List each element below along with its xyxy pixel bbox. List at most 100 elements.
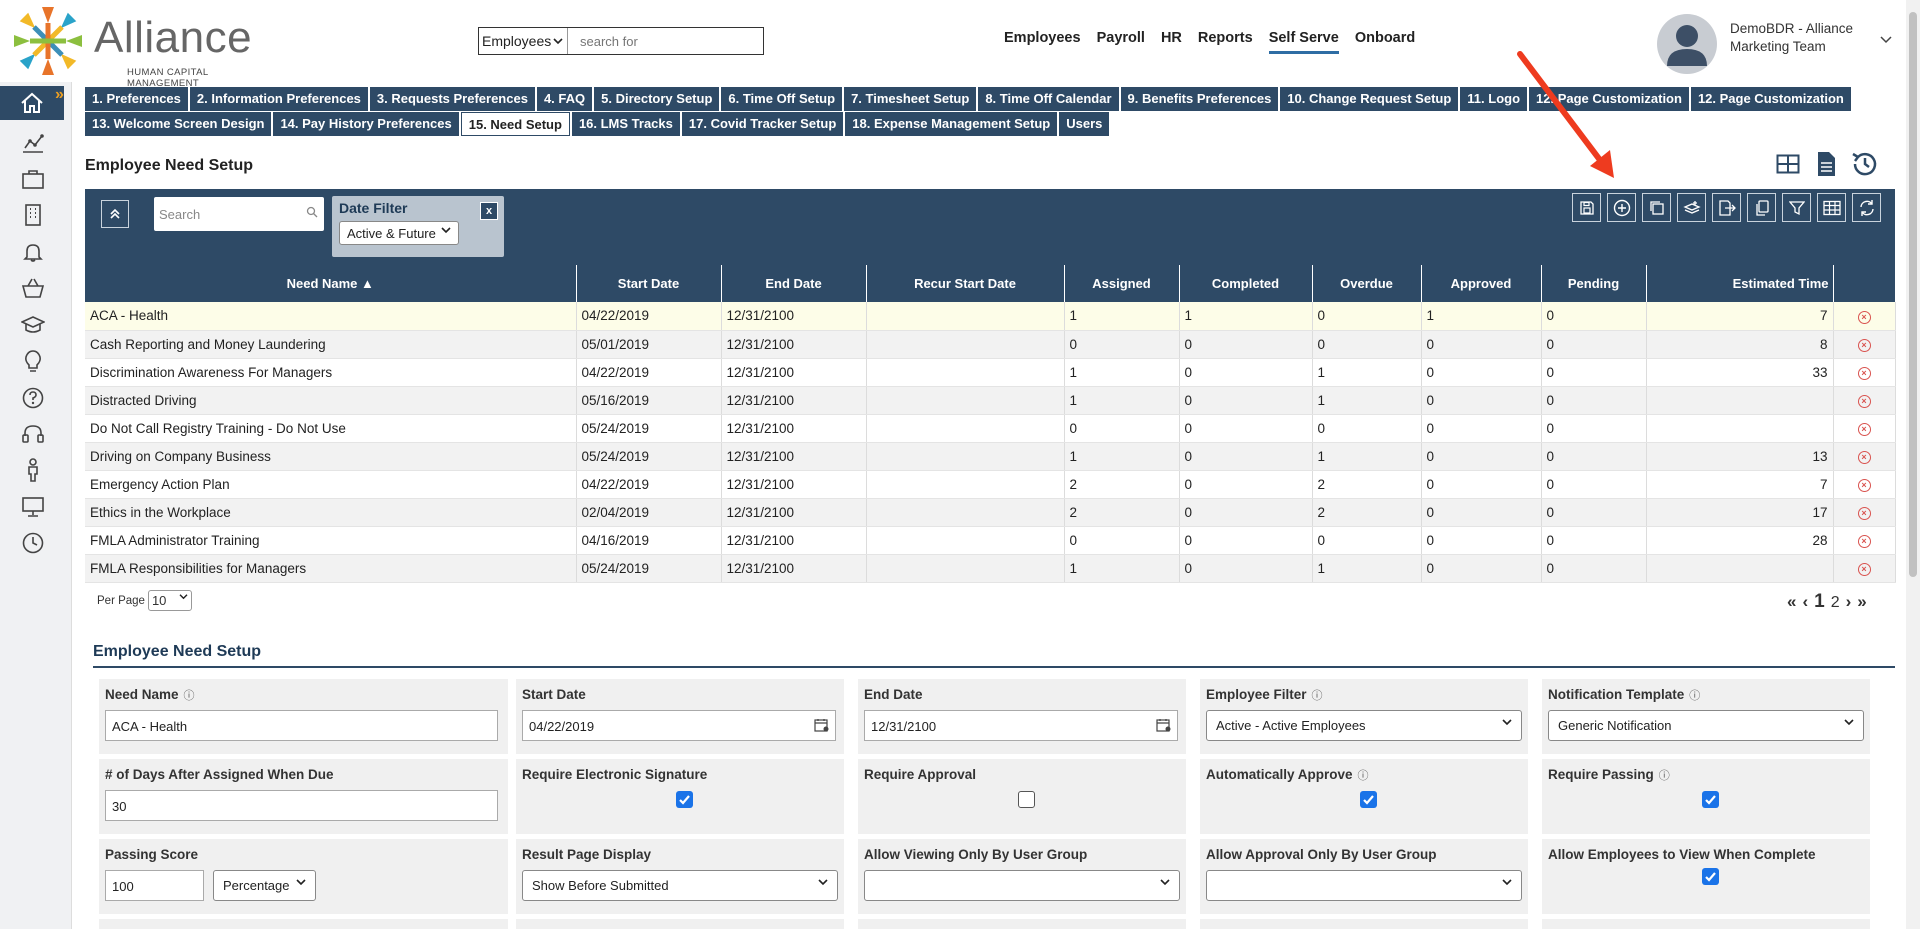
tab-change-request-setup[interactable]: 10. Change Request Setup	[1280, 87, 1459, 111]
chevron-down-icon[interactable]	[1880, 36, 1892, 44]
days-due-input[interactable]: 30	[105, 790, 498, 821]
col-estimated-time[interactable]: Estimated Time	[1646, 265, 1834, 302]
brand-logo[interactable]: Alliance HUMAN CAPITAL MANAGEMENT	[10, 4, 252, 89]
nav-payroll[interactable]: Payroll	[1097, 30, 1145, 54]
info-icon[interactable]: ⓘ	[184, 690, 195, 702]
prev-page-button[interactable]: ‹	[1802, 592, 1808, 612]
result-display-select[interactable]: Show Before Submitted	[522, 870, 838, 901]
delete-row-icon[interactable]: ×	[1857, 563, 1871, 576]
search-category-select[interactable]: Employees	[479, 28, 568, 54]
nav-self-serve[interactable]: Self Serve	[1268, 30, 1339, 54]
delete-row-icon[interactable]: ×	[1857, 451, 1871, 464]
passing-score-type-select[interactable]: Percentage	[213, 870, 316, 901]
info-icon[interactable]: ⓘ	[1312, 690, 1323, 702]
notification-template-select[interactable]: Generic Notification	[1548, 710, 1864, 741]
nav-employees[interactable]: Employees	[1004, 30, 1081, 54]
delete-row-icon[interactable]: ×	[1857, 310, 1871, 324]
tab-expense-management-setup[interactable]: 18. Expense Management Setup	[845, 112, 1058, 136]
tab-faq[interactable]: 4. FAQ	[536, 87, 593, 111]
need-name-input[interactable]: ACA - Health	[105, 710, 498, 741]
require-passing-checkbox[interactable]	[1702, 791, 1719, 808]
scrollbar-thumb[interactable]	[1909, 12, 1917, 577]
headset-icon[interactable]	[20, 421, 46, 447]
end-date-input[interactable]: 12/31/2100	[864, 710, 1178, 741]
nav-onboard[interactable]: Onboard	[1355, 30, 1415, 54]
tab-time-off-setup[interactable]: 6. Time Off Setup	[721, 87, 843, 111]
refresh-icon[interactable]	[1852, 193, 1881, 222]
delete-row-icon[interactable]: ×	[1857, 367, 1871, 380]
history-icon[interactable]	[1850, 150, 1878, 178]
col-end-date[interactable]: End Date	[721, 265, 867, 302]
table-row[interactable]: Ethics in the Workplace 02/04/2019 12/31/2…	[85, 498, 1896, 527]
col-need-name[interactable]: Need Name ▲	[85, 265, 577, 302]
allow-approval-group-select[interactable]	[1206, 870, 1522, 901]
search-input[interactable]	[568, 28, 763, 54]
table-row[interactable]: Emergency Action Plan 04/22/2019 12/31/210…	[85, 470, 1896, 499]
grid-search-input[interactable]: Search	[154, 197, 324, 231]
table-row[interactable]: Discrimination Awareness For Managers 04/…	[85, 358, 1896, 387]
user-menu[interactable]: DemoBDR - Alliance Marketing Team	[1657, 14, 1907, 76]
tab-page-customization-2[interactable]: 12. Page Customization	[1690, 87, 1851, 111]
require-esig-checkbox[interactable]	[676, 791, 693, 808]
tab-users[interactable]: Users	[1059, 112, 1110, 136]
first-page-button[interactable]: «	[1787, 592, 1796, 612]
allow-view-group-select[interactable]	[864, 870, 1180, 901]
col-assigned[interactable]: Assigned	[1064, 265, 1180, 302]
table-row[interactable]: Cash Reporting and Money Laundering 05/01…	[85, 330, 1896, 359]
tab-time-off-calendar[interactable]: 8. Time Off Calendar	[978, 87, 1119, 111]
collapse-button[interactable]	[101, 200, 129, 228]
briefcase-icon[interactable]	[20, 166, 46, 192]
columns-icon[interactable]	[1817, 193, 1846, 222]
monitor-icon[interactable]	[20, 494, 46, 520]
table-row[interactable]: Driving on Company Business 05/24/2019 12/…	[85, 442, 1896, 471]
col-pending[interactable]: Pending	[1541, 265, 1647, 302]
nav-reports[interactable]: Reports	[1198, 30, 1253, 54]
table-row[interactable]: FMLA Responsibilities for Managers 05/24/…	[85, 554, 1896, 583]
expand-sidebar-icon[interactable]: »	[55, 86, 64, 104]
allow-view-complete-checkbox[interactable]	[1702, 868, 1719, 885]
help-icon[interactable]	[20, 385, 46, 411]
table-row[interactable]: ACA - Health 04/22/2019 12/31/2100 1 1 0 1 0 7 ×	[85, 302, 1896, 331]
delete-row-icon[interactable]: ×	[1857, 423, 1871, 436]
info-icon[interactable]: ⓘ	[1689, 690, 1700, 702]
employee-filter-select[interactable]: Active - Active Employees	[1206, 710, 1522, 741]
col-recur-start-date[interactable]: Recur Start Date	[866, 265, 1065, 302]
graduation-cap-icon[interactable]	[20, 312, 46, 338]
passing-score-input[interactable]: 100	[105, 870, 204, 901]
basket-icon[interactable]	[20, 275, 46, 301]
add-icon[interactable]	[1607, 193, 1636, 222]
col-approved[interactable]: Approved	[1421, 265, 1542, 302]
last-page-button[interactable]: »	[1857, 592, 1866, 612]
grid-view-icon[interactable]	[1774, 150, 1802, 178]
table-row[interactable]: Do Not Call Registry Training - Do Not U…	[85, 414, 1896, 443]
duplicate-icon[interactable]	[1747, 193, 1776, 222]
page-2-link[interactable]: 2	[1831, 594, 1840, 612]
next-page-button[interactable]: ›	[1846, 592, 1852, 612]
document-view-icon[interactable]	[1812, 150, 1840, 178]
auto-approve-checkbox[interactable]	[1360, 791, 1377, 808]
layers-icon[interactable]	[1677, 193, 1706, 222]
table-row[interactable]: FMLA Administrator Training 04/16/2019 12/…	[85, 526, 1896, 555]
person-icon[interactable]	[20, 457, 46, 483]
analytics-icon[interactable]	[20, 130, 46, 156]
date-filter-select[interactable]: Active & Future	[339, 221, 459, 245]
tab-information-preferences[interactable]: 2. Information Preferences	[189, 87, 368, 111]
tab-timesheet-setup[interactable]: 7. Timesheet Setup	[844, 87, 977, 111]
calendar-icon[interactable]	[814, 718, 829, 732]
page-scrollbar[interactable]	[1906, 0, 1920, 929]
start-date-input[interactable]: 04/22/2019	[522, 710, 836, 741]
table-row[interactable]: Distracted Driving 05/16/2019 12/31/2100 1 0…	[85, 386, 1896, 415]
col-completed[interactable]: Completed	[1179, 265, 1313, 302]
clock-icon[interactable]	[20, 530, 46, 556]
tab-need-setup[interactable]: 15. Need Setup	[460, 112, 570, 136]
current-page[interactable]: 1	[1814, 591, 1825, 613]
tab-directory-setup[interactable]: 5. Directory Setup	[594, 87, 720, 111]
per-page-select[interactable]: 10	[147, 590, 192, 611]
tab-preferences[interactable]: 1. Preferences	[85, 87, 188, 111]
delete-row-icon[interactable]: ×	[1857, 395, 1871, 408]
tab-pay-history-preferences[interactable]: 14. Pay History Preferences	[273, 112, 459, 136]
delete-row-icon[interactable]: ×	[1857, 339, 1871, 352]
col-start-date[interactable]: Start Date	[576, 265, 722, 302]
info-icon[interactable]: ⓘ	[1659, 770, 1670, 782]
require-approval-checkbox[interactable]	[1018, 791, 1035, 808]
